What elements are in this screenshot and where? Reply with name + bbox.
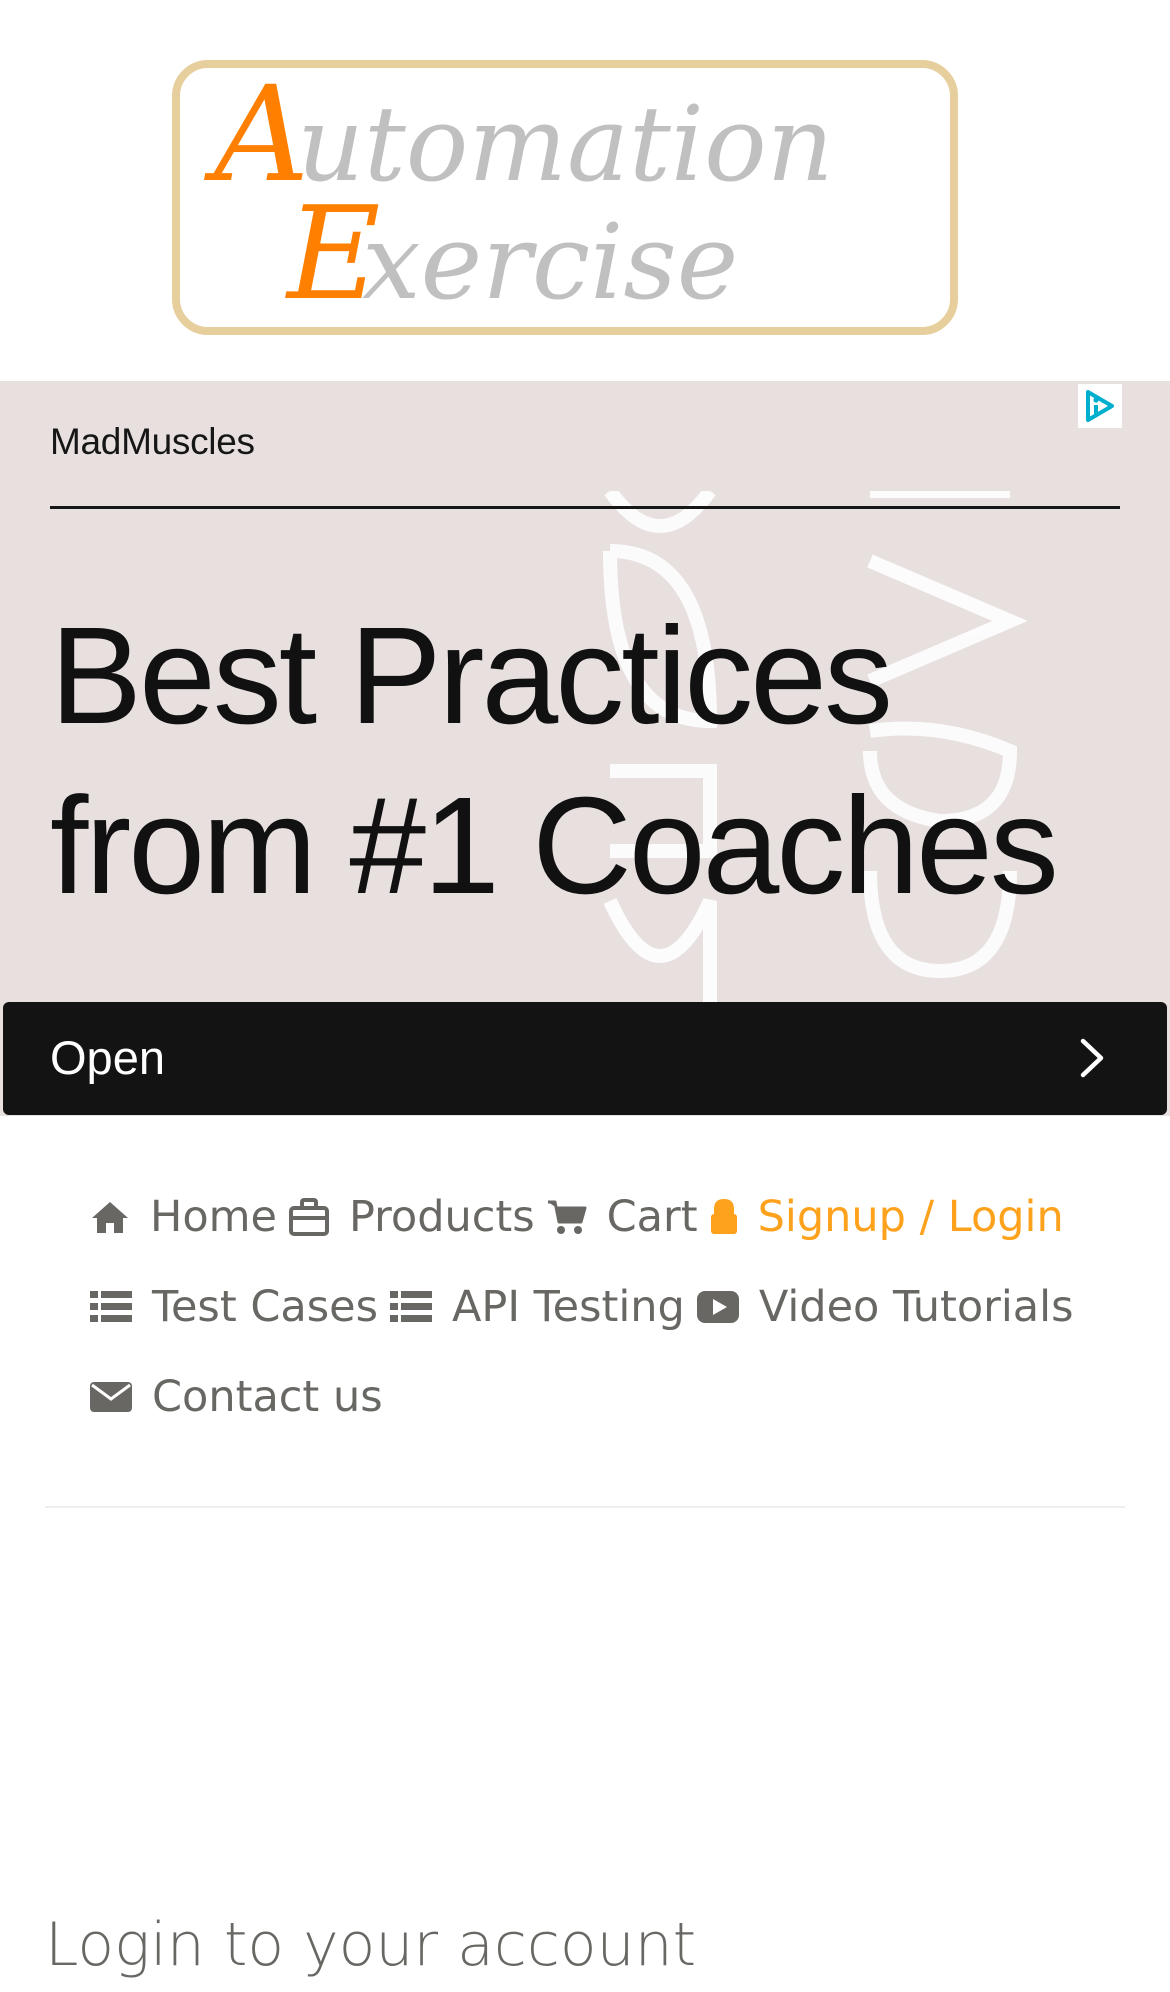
adchoices-icon[interactable] xyxy=(1078,384,1122,428)
youtube-play-icon xyxy=(696,1291,739,1323)
ad-headline-line2: from #1 Coaches xyxy=(50,769,1059,923)
home-icon xyxy=(90,1199,130,1235)
login-form-title: Login to your account xyxy=(45,1909,697,1980)
cart-icon xyxy=(547,1198,587,1236)
advertisement-banner[interactable]: MadMuscles Best Practices from #1 Coache… xyxy=(0,381,1170,1116)
nav-cart-label: Cart xyxy=(606,1192,698,1242)
nav-api-testing-label: API Testing xyxy=(451,1282,685,1332)
ad-headline: Best Practices from #1 Coaches xyxy=(50,591,1150,931)
nav-signup-login-label: Signup / Login xyxy=(757,1192,1064,1242)
ad-open-label: Open xyxy=(50,1031,165,1084)
nav-api-testing[interactable]: API Testing xyxy=(389,1282,685,1332)
nav-test-cases-label: Test Cases xyxy=(152,1282,378,1332)
site-logo[interactable]: A utomation E xercise xyxy=(172,60,958,335)
nav-row: Test Cases API Testing Video Tutorials xyxy=(90,1262,1110,1352)
nav-contact-us-label: Contact us xyxy=(152,1372,383,1422)
ad-brand-name: MadMuscles xyxy=(50,421,255,462)
nav-video-tutorials[interactable]: Video Tutorials xyxy=(696,1282,1074,1332)
briefcase-icon xyxy=(288,1198,329,1236)
main-navigation: Home Products Cart Signup / Login Test C… xyxy=(90,1172,1110,1442)
nav-contact-us[interactable]: Contact us xyxy=(90,1372,383,1422)
chevron-right-icon xyxy=(1079,1037,1105,1083)
nav-row: Home Products Cart Signup / Login xyxy=(90,1172,1110,1262)
envelope-icon xyxy=(90,1380,132,1414)
list-icon xyxy=(389,1290,432,1324)
nav-cart[interactable]: Cart xyxy=(547,1192,698,1242)
lock-icon xyxy=(710,1199,738,1235)
nav-test-cases[interactable]: Test Cases xyxy=(90,1282,378,1332)
ad-open-button[interactable]: Open xyxy=(3,1002,1167,1115)
nav-home-label: Home xyxy=(150,1192,277,1242)
logo-line2: xercise xyxy=(362,201,738,323)
header-divider xyxy=(45,1506,1125,1508)
nav-products[interactable]: Products xyxy=(288,1192,535,1242)
nav-products-label: Products xyxy=(348,1192,535,1242)
nav-row: Contact us xyxy=(90,1352,1110,1442)
list-icon xyxy=(90,1290,132,1324)
nav-video-tutorials-label: Video Tutorials xyxy=(758,1282,1074,1332)
ad-headline-line1: Best Practices xyxy=(50,599,893,753)
nav-home[interactable]: Home xyxy=(90,1192,277,1242)
nav-signup-login[interactable]: Signup / Login xyxy=(710,1192,1064,1242)
ad-divider xyxy=(50,506,1120,509)
